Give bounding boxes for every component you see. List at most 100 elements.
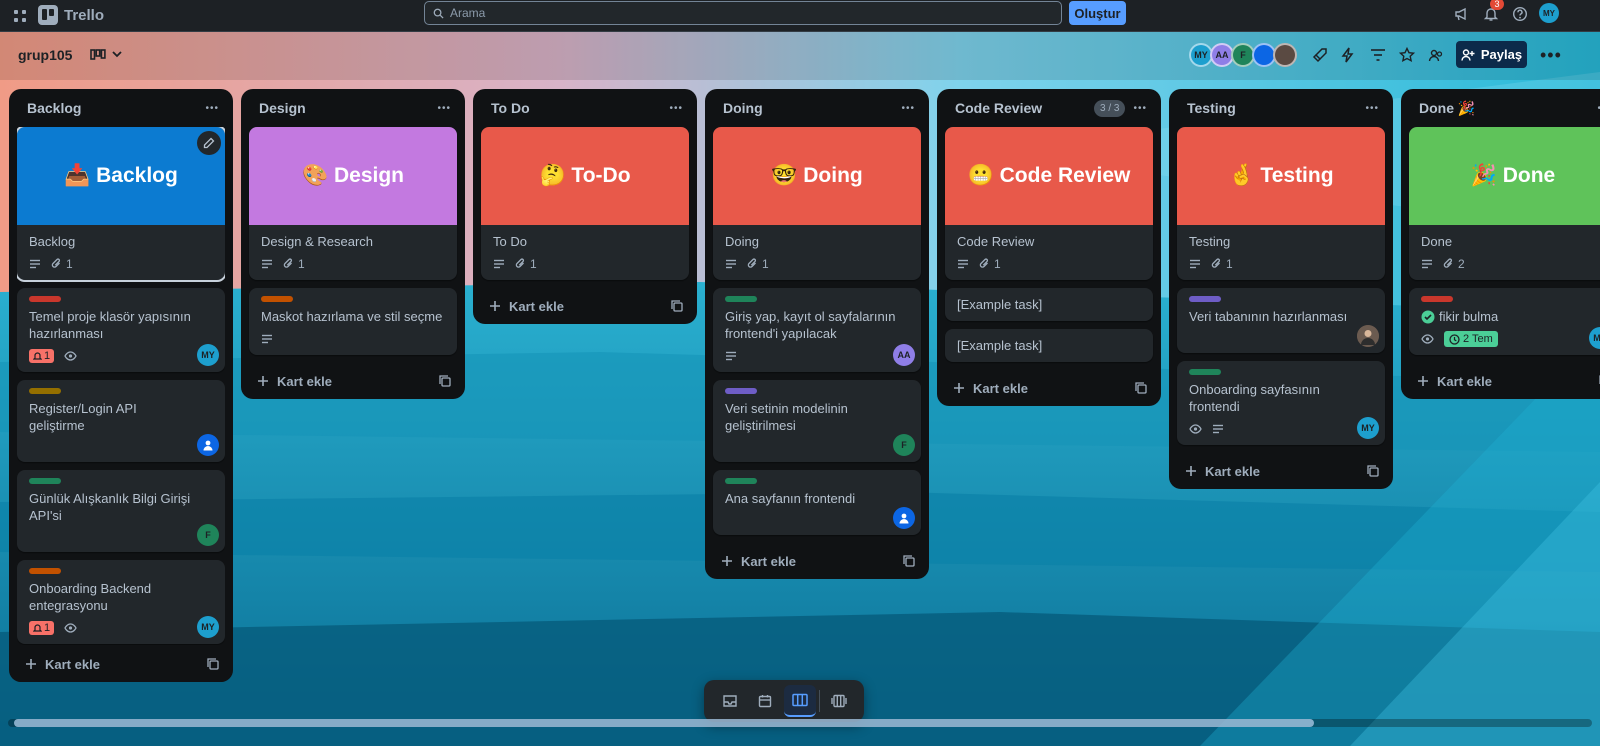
add-card-button[interactable]: Kart ekle [257, 374, 332, 389]
member-avatar[interactable]: F [893, 434, 915, 456]
cover-card[interactable]: 🎉 Done Done 2 [1409, 127, 1600, 280]
list-title[interactable]: Design [259, 100, 306, 116]
cover-card[interactable]: 🤞 Testing Testing 1 [1177, 127, 1385, 280]
member-avatar[interactable]: MY [197, 616, 219, 638]
card-label[interactable] [1189, 296, 1221, 302]
power-ups-rocket-icon[interactable] [1312, 47, 1328, 63]
card-title-row: Onboarding Backend entegrasyonu [29, 580, 213, 614]
board-view-icon[interactable] [90, 48, 106, 62]
member-avatar[interactable]: MY [1357, 417, 1379, 439]
card[interactable]: Register/Login API geliştirme [17, 380, 225, 462]
card-label[interactable] [725, 388, 757, 394]
switch-boards-button[interactable] [823, 685, 855, 717]
scrollbar-thumb[interactable] [14, 719, 1314, 727]
card-template-icon[interactable] [1135, 382, 1147, 394]
card-label[interactable] [1421, 296, 1453, 302]
list-title[interactable]: Done 🎉 [1419, 100, 1475, 117]
card[interactable]: Veri setinin modelinin geliştirilmesi F [713, 380, 921, 462]
card-label[interactable] [29, 296, 61, 302]
card[interactable]: Onboarding sayfasının frontendi MY [1177, 361, 1385, 445]
card[interactable]: Temel proje klasör yapısının hazırlanmas… [17, 288, 225, 372]
card[interactable]: Ana sayfanın frontendi [713, 470, 921, 535]
list-2: To Do ••• 🤔 To-Do To Do 1 Kart ekle [473, 89, 697, 324]
cover-card[interactable]: 🤔 To-Do To Do 1 [481, 127, 689, 280]
card-cover-text: 🎨 Design [302, 164, 404, 187]
trello-logo[interactable]: Trello [38, 5, 104, 25]
workspace-visibility-icon[interactable] [1428, 47, 1444, 63]
list-title[interactable]: Code Review [955, 100, 1042, 116]
list-header: To Do ••• [481, 89, 689, 127]
list-menu-icon[interactable]: ••• [1133, 103, 1147, 114]
card[interactable]: fikir bulma2 TemMY [1409, 288, 1600, 355]
add-card-button[interactable]: Kart ekle [489, 299, 564, 314]
card[interactable]: [Example task] [945, 288, 1153, 321]
card[interactable]: Giriş yap, kayıt ol sayfalarının fronten… [713, 288, 921, 372]
more-menu-icon[interactable]: ••• [1540, 45, 1562, 66]
card-cover-text: 🎉 Done [1470, 164, 1556, 187]
card-label[interactable] [29, 388, 61, 394]
member-photo-avatar[interactable] [1357, 325, 1379, 347]
list-title[interactable]: Doing [723, 100, 763, 116]
card-label[interactable] [1189, 369, 1221, 375]
horizontal-scrollbar[interactable] [8, 719, 1592, 727]
cover-card[interactable]: 😬 Code Review Code Review 1 [945, 127, 1153, 280]
filter-icon[interactable] [1370, 48, 1386, 62]
due-date-badge[interactable]: 2 Tem [1444, 331, 1498, 347]
list-title[interactable]: Testing [1187, 100, 1236, 116]
list-menu-icon[interactable]: ••• [437, 103, 451, 114]
card-label[interactable] [29, 568, 61, 574]
chevron-down-icon[interactable] [111, 49, 123, 59]
card[interactable]: Maskot hazırlama ve stil seçme [249, 288, 457, 355]
member-avatar[interactable] [1273, 43, 1297, 67]
star-icon[interactable] [1399, 47, 1415, 63]
card[interactable]: Veri tabanının hazırlanması [1177, 288, 1385, 353]
inbox-view-button[interactable] [714, 685, 746, 717]
card[interactable]: [Example task] [945, 329, 1153, 362]
list-title[interactable]: To Do [491, 100, 530, 116]
add-card-button[interactable]: Kart ekle [721, 554, 796, 569]
megaphone-icon[interactable] [1453, 5, 1471, 23]
card[interactable]: Günlük Alışkanlık Bilgi Girişi API'si F [17, 470, 225, 552]
member-default-avatar[interactable] [893, 507, 915, 529]
add-card-button[interactable]: Kart ekle [953, 381, 1028, 396]
automation-bolt-icon[interactable] [1341, 47, 1355, 63]
board-view-button[interactable] [783, 685, 816, 717]
calendar-view-button[interactable] [749, 685, 781, 717]
member-avatar[interactable]: F [197, 524, 219, 546]
card[interactable]: Onboarding Backend entegrasyonu 1 MY [17, 560, 225, 644]
search-box[interactable]: Arama [424, 1, 1062, 25]
card-template-icon[interactable] [439, 375, 451, 387]
card-label[interactable] [725, 296, 757, 302]
search-input[interactable]: Arama [450, 6, 485, 20]
card-template-icon[interactable] [671, 300, 683, 312]
board-name[interactable]: grup105 [18, 47, 72, 63]
add-card-button[interactable]: Kart ekle [1417, 374, 1492, 389]
edit-card-icon[interactable] [197, 131, 221, 155]
member-avatar[interactable]: MY [197, 344, 219, 366]
apps-grid-icon[interactable] [12, 8, 28, 24]
list-title[interactable]: Backlog [27, 100, 81, 116]
notification-count-badge: 3 [1490, 0, 1504, 10]
user-avatar[interactable]: MY [1539, 3, 1559, 23]
list-menu-icon[interactable]: ••• [669, 103, 683, 114]
card-label[interactable] [29, 478, 61, 484]
share-button[interactable]: Paylaş [1456, 41, 1527, 68]
add-card-button[interactable]: Kart ekle [25, 657, 100, 672]
list-menu-icon[interactable]: ••• [205, 103, 219, 114]
card-template-icon[interactable] [207, 658, 219, 670]
list-menu-icon[interactable]: ••• [1365, 103, 1379, 114]
member-default-avatar[interactable] [197, 434, 219, 456]
card-template-icon[interactable] [903, 555, 915, 567]
member-avatar[interactable]: AA [893, 344, 915, 366]
list-menu-icon[interactable]: ••• [901, 103, 915, 114]
cover-card[interactable]: 📥 Backlog Backlog 1 [17, 127, 225, 282]
add-card-button[interactable]: Kart ekle [1185, 464, 1260, 479]
card-label[interactable] [261, 296, 293, 302]
cover-card[interactable]: 🎨 Design Design & Research 1 [249, 127, 457, 280]
create-button[interactable]: Oluştur [1069, 1, 1126, 25]
card-template-icon[interactable] [1367, 465, 1379, 477]
help-icon[interactable] [1511, 5, 1529, 23]
card-label[interactable] [725, 478, 757, 484]
cover-card[interactable]: 🤓 Doing Doing 1 [713, 127, 921, 280]
card-title: Temel proje klasör yapısının hazırlanmas… [29, 309, 191, 341]
